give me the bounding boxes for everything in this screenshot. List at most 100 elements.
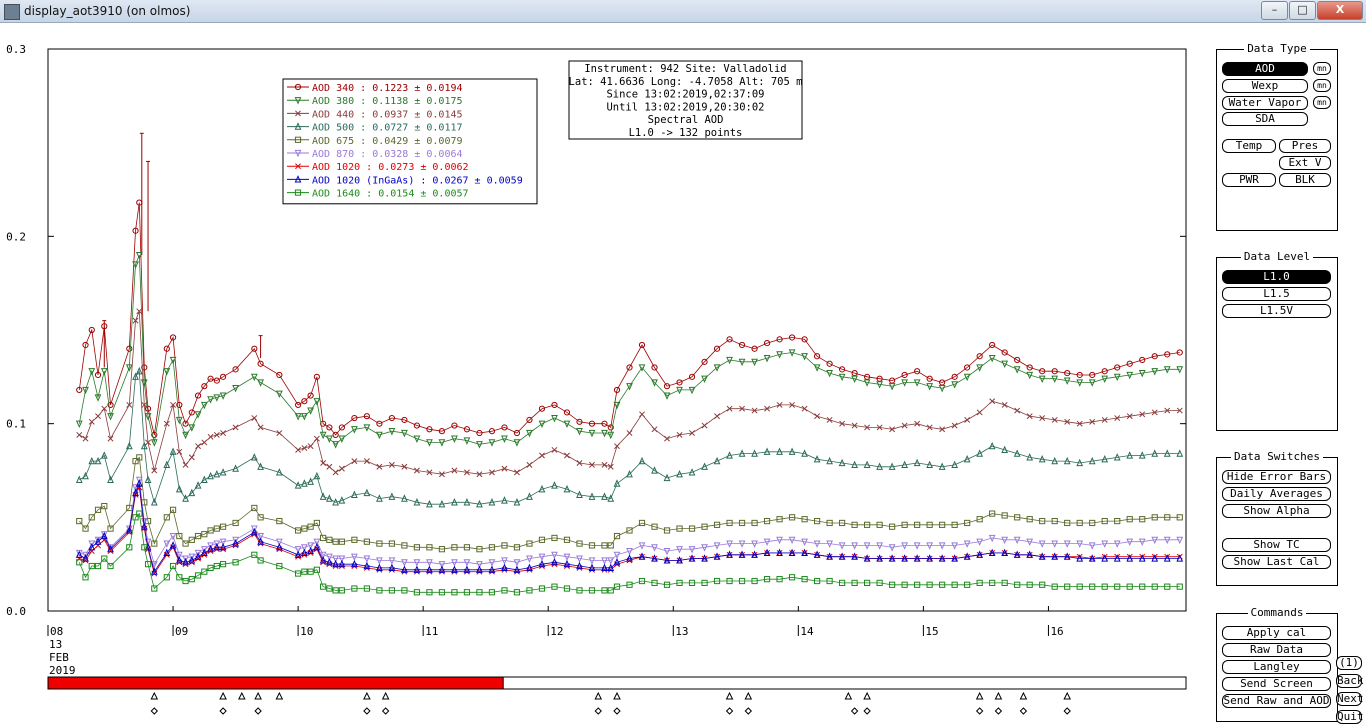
lower-marker — [744, 707, 753, 715]
maximize-button[interactable]: □ — [1289, 1, 1316, 20]
daily-averages-button[interactable]: Daily Averages — [1222, 487, 1331, 501]
pres-button[interactable]: Pres — [1279, 139, 1331, 153]
upper-marker — [1019, 691, 1028, 700]
level-l10-button[interactable]: L1.0 — [1222, 270, 1331, 284]
langley-button[interactable]: Langley — [1222, 660, 1331, 674]
x-tick-label: 10 — [300, 625, 313, 638]
water-vapor-mini-button[interactable]: mn — [1313, 96, 1331, 109]
lower-marker — [363, 707, 371, 715]
water-vapor-button[interactable]: Water Vapor — [1222, 96, 1308, 110]
wexp-button[interactable]: Wexp — [1222, 79, 1308, 93]
hide-error-bars-button[interactable]: Hide Error Bars — [1222, 470, 1331, 484]
aod-chart: 0.00.10.20.308 09 10 11 12 13 14 15 1613FEB2019A… — [6, 43, 1187, 715]
upper-marker — [725, 691, 734, 700]
info-line: Lat: 41.6636 Long: -4.7058 Alt: 705 m — [569, 76, 803, 88]
send-raw-aod-button[interactable]: Send Raw and AOD — [1222, 694, 1331, 708]
lower-marker — [254, 707, 262, 715]
upper-marker — [594, 691, 603, 700]
data-switches-panel: Data Switches Hide Error Bars Daily Aver… — [1216, 450, 1338, 586]
show-alpha-button[interactable]: Show Alpha — [1222, 504, 1331, 518]
level-l15-button[interactable]: L1.5 — [1222, 287, 1331, 301]
upper-marker — [744, 691, 753, 700]
upper-marker — [363, 691, 371, 700]
y-tick-label: 0.2 — [6, 230, 26, 243]
y-tick-label: 0.0 — [6, 605, 26, 618]
info-line: Spectral AOD — [648, 114, 724, 126]
lower-marker — [975, 707, 984, 715]
legend-entry: AOD 340 : 0.1223 ± 0.0194 — [312, 83, 463, 94]
upper-marker — [613, 691, 621, 700]
x-tick-label: 14 — [800, 625, 814, 638]
upper-marker — [863, 691, 871, 700]
lower-marker — [1063, 707, 1071, 715]
x-date-label: 2019 — [49, 664, 76, 677]
x-date-label: FEB — [49, 651, 69, 664]
next-button[interactable]: Next — [1336, 692, 1364, 706]
level-l15v-button[interactable]: L1.5V — [1222, 304, 1331, 318]
raw-data-button[interactable]: Raw Data — [1222, 643, 1331, 657]
upper-marker — [994, 691, 1003, 700]
y-tick-label: 0.1 — [6, 418, 26, 431]
progress-fill — [47, 676, 504, 690]
back-button[interactable]: Back — [1336, 674, 1364, 688]
data-switches-title: Data Switches — [1230, 450, 1324, 463]
lower-marker — [613, 707, 621, 715]
lower-marker — [150, 707, 159, 715]
upper-marker — [238, 691, 246, 700]
upper-marker — [381, 691, 390, 700]
blk-button[interactable]: BLK — [1279, 173, 1331, 187]
app-icon — [4, 4, 20, 20]
x-tick-label: 16 — [1050, 625, 1063, 638]
apply-cal-button[interactable]: Apply cal — [1222, 626, 1331, 640]
legend-entry: AOD 380 : 0.1138 ± 0.0175 — [312, 96, 463, 107]
aod-button[interactable]: AOD — [1222, 62, 1308, 76]
lower-marker — [994, 707, 1003, 715]
upper-marker — [219, 691, 227, 700]
upper-marker — [844, 691, 853, 700]
minimize-button[interactable]: – — [1261, 1, 1288, 20]
info-line: Since 13:02:2019,02:37:09 — [606, 89, 764, 101]
data-type-title: Data Type — [1244, 42, 1310, 55]
lower-marker — [219, 707, 227, 715]
legend-entry: AOD 440 : 0.0937 ± 0.0145 — [312, 109, 463, 120]
send-screen-button[interactable]: Send Screen — [1222, 677, 1331, 691]
legend-entry: AOD 870 : 0.0328 ± 0.0064 — [312, 149, 463, 160]
show-last-cal-button[interactable]: Show Last Cal — [1222, 555, 1331, 569]
show-tc-button[interactable]: Show TC — [1222, 538, 1331, 552]
aod-mini-button[interactable]: mn — [1313, 62, 1331, 75]
legend-entry: AOD 675 : 0.0429 ± 0.0079 — [312, 136, 463, 147]
lower-marker — [594, 707, 602, 715]
upper-marker — [975, 691, 984, 700]
quit-button[interactable]: Quit — [1336, 710, 1364, 724]
x-tick-label: 15 — [925, 625, 938, 638]
upper-marker — [150, 691, 159, 700]
wexp-mini-button[interactable]: mn — [1313, 79, 1331, 92]
info-line: Until 13:02:2019,20:30:02 — [606, 101, 764, 113]
info-line: L1.0 -> 132 points — [629, 127, 743, 139]
page-one-button[interactable]: (1) — [1336, 656, 1362, 670]
upper-marker — [1063, 691, 1072, 700]
data-level-panel: Data Level L1.0 L1.5 L1.5V — [1216, 250, 1338, 431]
x-tick-label: 12 — [550, 625, 563, 638]
lower-marker — [381, 707, 390, 715]
lower-marker — [850, 707, 859, 715]
window-title: display_aot3910 (on olmos) — [24, 4, 191, 18]
legend-entry: AOD 1020 (InGaAs) : 0.0267 ± 0.0059 — [312, 175, 523, 186]
ext-v-button[interactable]: Ext V — [1279, 156, 1331, 170]
sda-button[interactable]: SDA — [1222, 112, 1308, 126]
legend-entry: AOD 1640 : 0.0154 ± 0.0057 — [312, 189, 469, 200]
close-button[interactable]: X — [1317, 1, 1363, 20]
temp-button[interactable]: Temp — [1222, 139, 1276, 153]
x-tick-label: 11 — [425, 625, 438, 638]
lower-marker — [725, 707, 734, 715]
legend-entry: AOD 500 : 0.0727 ± 0.0117 — [312, 123, 463, 134]
y-tick-label: 0.3 — [6, 43, 26, 56]
x-date-label: 13 — [49, 638, 62, 651]
data-level-title: Data Level — [1240, 250, 1314, 263]
pwr-button[interactable]: PWR — [1222, 173, 1276, 187]
x-tick-label: 09 — [175, 625, 188, 638]
legend-entry: AOD 1020 : 0.0273 ± 0.0062 — [312, 162, 469, 173]
data-type-panel: Data Type AOD mn Wexp mn Water Vapor mn … — [1216, 42, 1338, 231]
upper-marker — [254, 691, 262, 700]
x-tick-label: 08 — [50, 625, 63, 638]
